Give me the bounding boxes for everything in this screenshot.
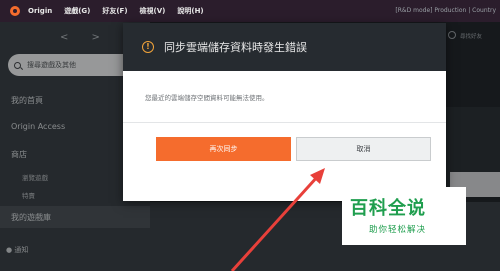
menu-view[interactable]: 檢視(V) <box>140 6 166 16</box>
sync-error-dialog: ! 同步雲端儲存資料時發生錯誤 您最近的雲端儲存空間資料可能無法使用。 再次同步… <box>123 23 446 201</box>
origin-logo-icon[interactable] <box>10 6 20 16</box>
dialog-header: ! 同步雲端儲存資料時發生錯誤 <box>123 23 446 71</box>
environment-status: [R&D mode] Production | Country <box>395 7 496 14</box>
watermark-subtitle: 助你轻松解决 <box>369 225 427 235</box>
dialog-message: 您最近的雲端儲存空間資料可能無法使用。 <box>145 94 269 102</box>
menu-bar: Origin 遊戲(G) 好友(F) 檢視(V) 說明(H) [R&D mode… <box>0 0 500 22</box>
warning-icon: ! <box>142 41 154 53</box>
retry-sync-button[interactable]: 再次同步 <box>156 137 291 161</box>
dialog-divider <box>123 122 446 123</box>
menu-games[interactable]: 遊戲(G) <box>64 6 90 16</box>
menu-friends[interactable]: 好友(F) <box>102 6 127 16</box>
cancel-button[interactable]: 取消 <box>296 137 431 161</box>
menu-origin[interactable]: Origin <box>28 7 52 15</box>
watermark-title: 百科全说 <box>350 198 426 219</box>
dialog-title: 同步雲端儲存資料時發生錯誤 <box>164 41 307 54</box>
watermark-logo: 百科全说 助你轻松解决 <box>342 187 466 245</box>
menu-help[interactable]: 說明(H) <box>177 6 203 16</box>
